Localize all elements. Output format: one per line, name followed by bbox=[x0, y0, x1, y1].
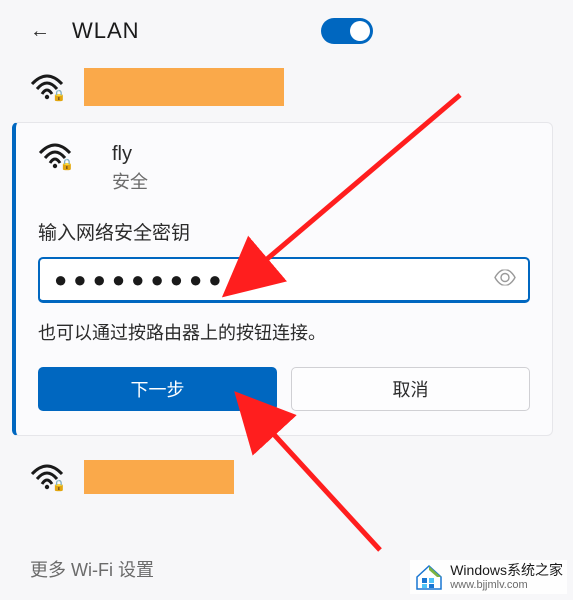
watermark-title: Windows系统之家 bbox=[450, 563, 563, 578]
lock-icon: 🔒 bbox=[52, 479, 66, 492]
redacted-ssid bbox=[84, 460, 234, 494]
ssid-label: fly bbox=[112, 143, 148, 166]
wifi-item-redacted-bottom[interactable]: 🔒 bbox=[0, 450, 573, 504]
security-label: 安全 bbox=[112, 168, 148, 194]
next-button[interactable]: 下一步 bbox=[38, 367, 277, 411]
more-wifi-settings[interactable]: 更多 Wi-Fi 设置 bbox=[30, 556, 154, 582]
wifi-icon: 🔒 bbox=[30, 464, 64, 490]
wlan-toggle[interactable] bbox=[321, 18, 373, 44]
lock-icon: 🔒 bbox=[52, 89, 66, 102]
page-title: WLAN bbox=[72, 18, 321, 44]
password-input[interactable]: ●●●●●●●●●●● bbox=[38, 257, 530, 303]
watermark: Windows系统之家 www.bjjmlv.com bbox=[410, 560, 567, 594]
back-icon[interactable]: ← bbox=[30, 20, 50, 43]
show-password-icon[interactable] bbox=[494, 269, 516, 290]
lock-icon: 🔒 bbox=[60, 158, 74, 171]
card-head: 🔒 fly 安全 bbox=[38, 143, 530, 194]
wifi-item-redacted-top[interactable]: 🔒 bbox=[0, 58, 573, 116]
redacted-ssid bbox=[84, 68, 284, 106]
wifi-icon: 🔒 bbox=[38, 143, 72, 169]
toggle-knob bbox=[350, 21, 370, 41]
connect-card: 🔒 fly 安全 输入网络安全密钥 ●●●●●●●●●●● 也可以通过按路由器上… bbox=[12, 122, 553, 436]
cancel-button[interactable]: 取消 bbox=[291, 367, 530, 411]
router-hint: 也可以通过按路由器上的按钮连接。 bbox=[38, 319, 530, 345]
wifi-icon: 🔒 bbox=[30, 74, 64, 100]
watermark-url: www.bjjmlv.com bbox=[450, 579, 563, 591]
password-value: ●●●●●●●●●●● bbox=[54, 267, 266, 293]
password-label: 输入网络安全密钥 bbox=[38, 218, 530, 245]
header: ← WLAN bbox=[0, 0, 573, 58]
button-row: 下一步 取消 bbox=[38, 367, 530, 411]
house-logo-icon bbox=[414, 562, 444, 592]
